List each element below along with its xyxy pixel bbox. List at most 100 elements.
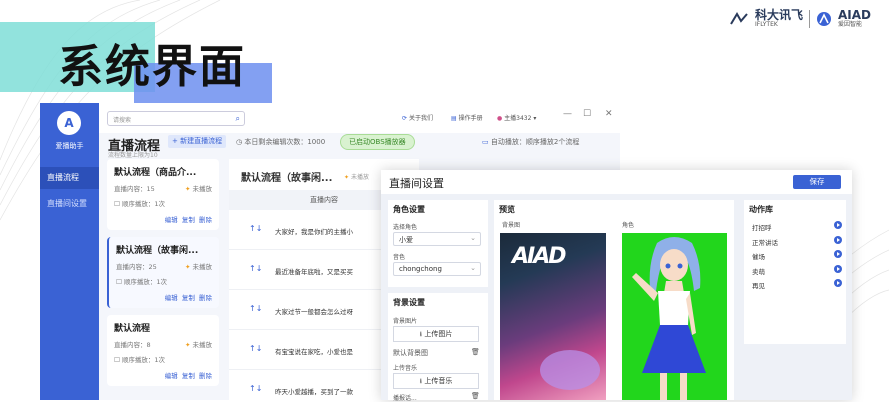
flow-card[interactable]: 默认流程 直播内容：8 ✦ 未播放 ☐ 顺序播放：1次 编辑 复制 删除 bbox=[107, 315, 219, 386]
action-item-bye[interactable]: 再见 bbox=[752, 279, 842, 290]
virtual-anchor-figure bbox=[632, 237, 706, 400]
refresh-icon: ⟳ bbox=[402, 115, 408, 122]
background-preview-image: AIAD bbox=[500, 233, 606, 400]
auto-play-status[interactable]: ▭ 自动播放：顺序播放2个流程 bbox=[482, 137, 579, 147]
bg-image-label: 背景图片 bbox=[393, 318, 418, 325]
character-preview-label: 角色 bbox=[622, 222, 635, 229]
sidebar: A 爱播助手 直播流程 直播间设置 bbox=[40, 103, 99, 400]
close-icon[interactable]: ✕ bbox=[605, 109, 613, 119]
delete-link[interactable]: 删除 bbox=[199, 372, 212, 380]
aiad-watermark: AIAD bbox=[512, 244, 566, 269]
copy-link[interactable]: 复制 bbox=[182, 294, 195, 302]
chevron-down-icon: ⌄ bbox=[470, 234, 476, 242]
action-item-talk[interactable]: 正常讲话 bbox=[752, 236, 842, 247]
clock-icon: ◷ bbox=[236, 138, 243, 146]
sidebar-item-live-flow[interactable]: 直播流程 bbox=[40, 167, 99, 189]
preview-heading: 预览 bbox=[499, 205, 515, 214]
edit-link[interactable]: 编辑 bbox=[165, 294, 178, 302]
iflytek-logo-icon bbox=[730, 12, 748, 25]
flow-card-order: ☐ 顺序播放：1次 bbox=[114, 356, 166, 364]
delete-link[interactable]: 删除 bbox=[199, 216, 212, 224]
bg-preview-label: 背景图 bbox=[502, 222, 521, 229]
reorder-icon[interactable]: ↑↓ bbox=[249, 344, 262, 353]
dialog-title: 直播间设置 bbox=[389, 177, 444, 190]
delete-link[interactable]: 删除 bbox=[199, 294, 212, 302]
role-select[interactable]: 小爱 ⌄ bbox=[393, 232, 481, 246]
manual-link[interactable]: ▤ 操作手册 bbox=[451, 113, 483, 122]
flow-card-title: 默认流程（商品介... bbox=[114, 168, 197, 178]
role-label: 选择角色 bbox=[393, 224, 418, 231]
slide-title: 系统界面 bbox=[58, 40, 247, 93]
play-icon bbox=[834, 221, 842, 229]
voice-select[interactable]: chongchong ⌄ bbox=[393, 262, 481, 276]
flow-card-actions: 编辑 复制 删除 bbox=[116, 292, 212, 302]
avatar: ● bbox=[497, 115, 503, 122]
role-settings-panel: 角色设置 选择角色 小爱 ⌄ 音色 chongchong ⌄ bbox=[388, 200, 488, 287]
flow-card-count: 直播内容：8 ✦ 未播放 bbox=[114, 341, 212, 349]
about-us-link[interactable]: ⟳ 关于我们 bbox=[402, 113, 433, 122]
play-icon bbox=[834, 265, 842, 273]
maximize-icon[interactable]: ☐ bbox=[583, 109, 591, 119]
flow-card-title: 默认流程 bbox=[114, 324, 151, 334]
reorder-icon[interactable]: ↑↓ bbox=[249, 384, 262, 393]
edit-link[interactable]: 编辑 bbox=[165, 216, 178, 224]
flow-limit-hint: 流程数量上限为10 bbox=[108, 152, 158, 159]
upload-icon: ⭳ bbox=[419, 377, 423, 385]
minimize-icon[interactable]: — bbox=[563, 109, 572, 119]
flow-card-count: 直播内容：25 ✦ 未播放 bbox=[116, 263, 212, 271]
new-flow-button[interactable]: + 新建直播流程 bbox=[168, 135, 227, 148]
action-item-cute[interactable]: 卖萌 bbox=[752, 265, 842, 276]
role-settings-heading: 角色设置 bbox=[393, 205, 425, 214]
background-settings-heading: 背景设置 bbox=[393, 298, 425, 307]
room-settings-dialog: 直播间设置 保存 角色设置 选择角色 小爱 ⌄ 音色 chongchong ⌄ 背景… bbox=[381, 170, 852, 402]
copy-link[interactable]: 复制 bbox=[182, 216, 195, 224]
sidebar-item-room-settings[interactable]: 直播间设置 bbox=[40, 193, 99, 215]
action-item-hype[interactable]: 催场 bbox=[752, 250, 842, 261]
save-button[interactable]: 保存 bbox=[793, 175, 841, 189]
flow-card[interactable]: 默认流程（商品介... 直播内容：15 ✦ 未播放 ☐ 顺序播放：1次 编辑 复制… bbox=[107, 159, 219, 230]
user-menu[interactable]: ● 主播3432 ▾ bbox=[497, 113, 536, 122]
app-logo-icon: A bbox=[57, 111, 81, 135]
flow-card-actions: 编辑 复制 删除 bbox=[114, 214, 212, 224]
flow-card-count: 直播内容：15 ✦ 未播放 bbox=[114, 185, 212, 193]
playlist-title: 默认流程（故事闲... bbox=[241, 173, 333, 184]
action-library-panel: 动作库 打招呼 正常讲话 催场 卖萌 再见 bbox=[744, 200, 846, 344]
chevron-down-icon: ⌄ bbox=[470, 264, 476, 272]
partner-logos: 科大讯飞 IFLYTEK AIAD 爱因智能 bbox=[729, 8, 871, 28]
dialog-header: 直播间设置 保存 bbox=[381, 170, 852, 194]
obs-status-badge: 已启动OBS播放器 bbox=[340, 134, 415, 150]
search-icon[interactable]: ⌕ bbox=[236, 114, 240, 124]
trash-icon[interactable]: 🗑 bbox=[471, 392, 480, 400]
copy-link[interactable]: 复制 bbox=[182, 372, 195, 380]
monitor-icon: ▭ bbox=[482, 138, 489, 146]
edit-link[interactable]: 编辑 bbox=[165, 372, 178, 380]
action-item-greet[interactable]: 打招呼 bbox=[752, 221, 842, 232]
broadcast-label: 播报话... bbox=[393, 395, 417, 402]
aiad-logo-icon bbox=[817, 12, 831, 26]
search-input[interactable]: 请搜索 ⌕ bbox=[107, 111, 245, 126]
loop-icon: ☐ bbox=[116, 278, 122, 286]
flow-card-selected[interactable]: 默认流程（故事闲... 直播内容：25 ✦ 未播放 ☐ 顺序播放：1次 编辑 复制… bbox=[107, 237, 219, 308]
background-settings-panel: 背景设置 背景图片 ⭳ 上传图片 默认背景图 🗑 上传音乐 ⭳ 上传音乐 播报话… bbox=[388, 293, 488, 402]
trash-icon[interactable]: 🗑 bbox=[471, 348, 480, 356]
decor-swirl bbox=[540, 350, 600, 390]
app-name: 爱播助手 bbox=[55, 142, 84, 150]
reorder-icon[interactable]: ↑↓ bbox=[249, 264, 262, 273]
default-bg-file: 默认背景图 bbox=[393, 349, 428, 357]
reorder-icon[interactable]: ↑↓ bbox=[249, 224, 262, 233]
aiad-name-cn: 爱因智能 bbox=[838, 21, 863, 28]
playlist-state: ✦ 未播放 bbox=[344, 174, 369, 181]
upload-image-button[interactable]: ⭳ 上传图片 bbox=[393, 326, 479, 342]
iflytek-name-cn: 科大讯飞 bbox=[754, 8, 803, 22]
flow-card-actions: 编辑 复制 删除 bbox=[114, 370, 212, 380]
character-preview-image bbox=[622, 233, 727, 400]
voice-label: 音色 bbox=[393, 254, 406, 261]
aiad-name-en: AIAD bbox=[838, 8, 871, 22]
remaining-edits: ◷ 本日剩余编辑次数：1000 bbox=[236, 138, 326, 146]
flow-card-title: 默认流程（故事闲... bbox=[116, 246, 199, 256]
search-placeholder: 请搜索 bbox=[113, 117, 132, 124]
action-library-heading: 动作库 bbox=[749, 205, 773, 214]
play-icon bbox=[834, 279, 842, 287]
reorder-icon[interactable]: ↑↓ bbox=[249, 304, 262, 313]
upload-music-button[interactable]: ⭳ 上传音乐 bbox=[393, 373, 479, 389]
